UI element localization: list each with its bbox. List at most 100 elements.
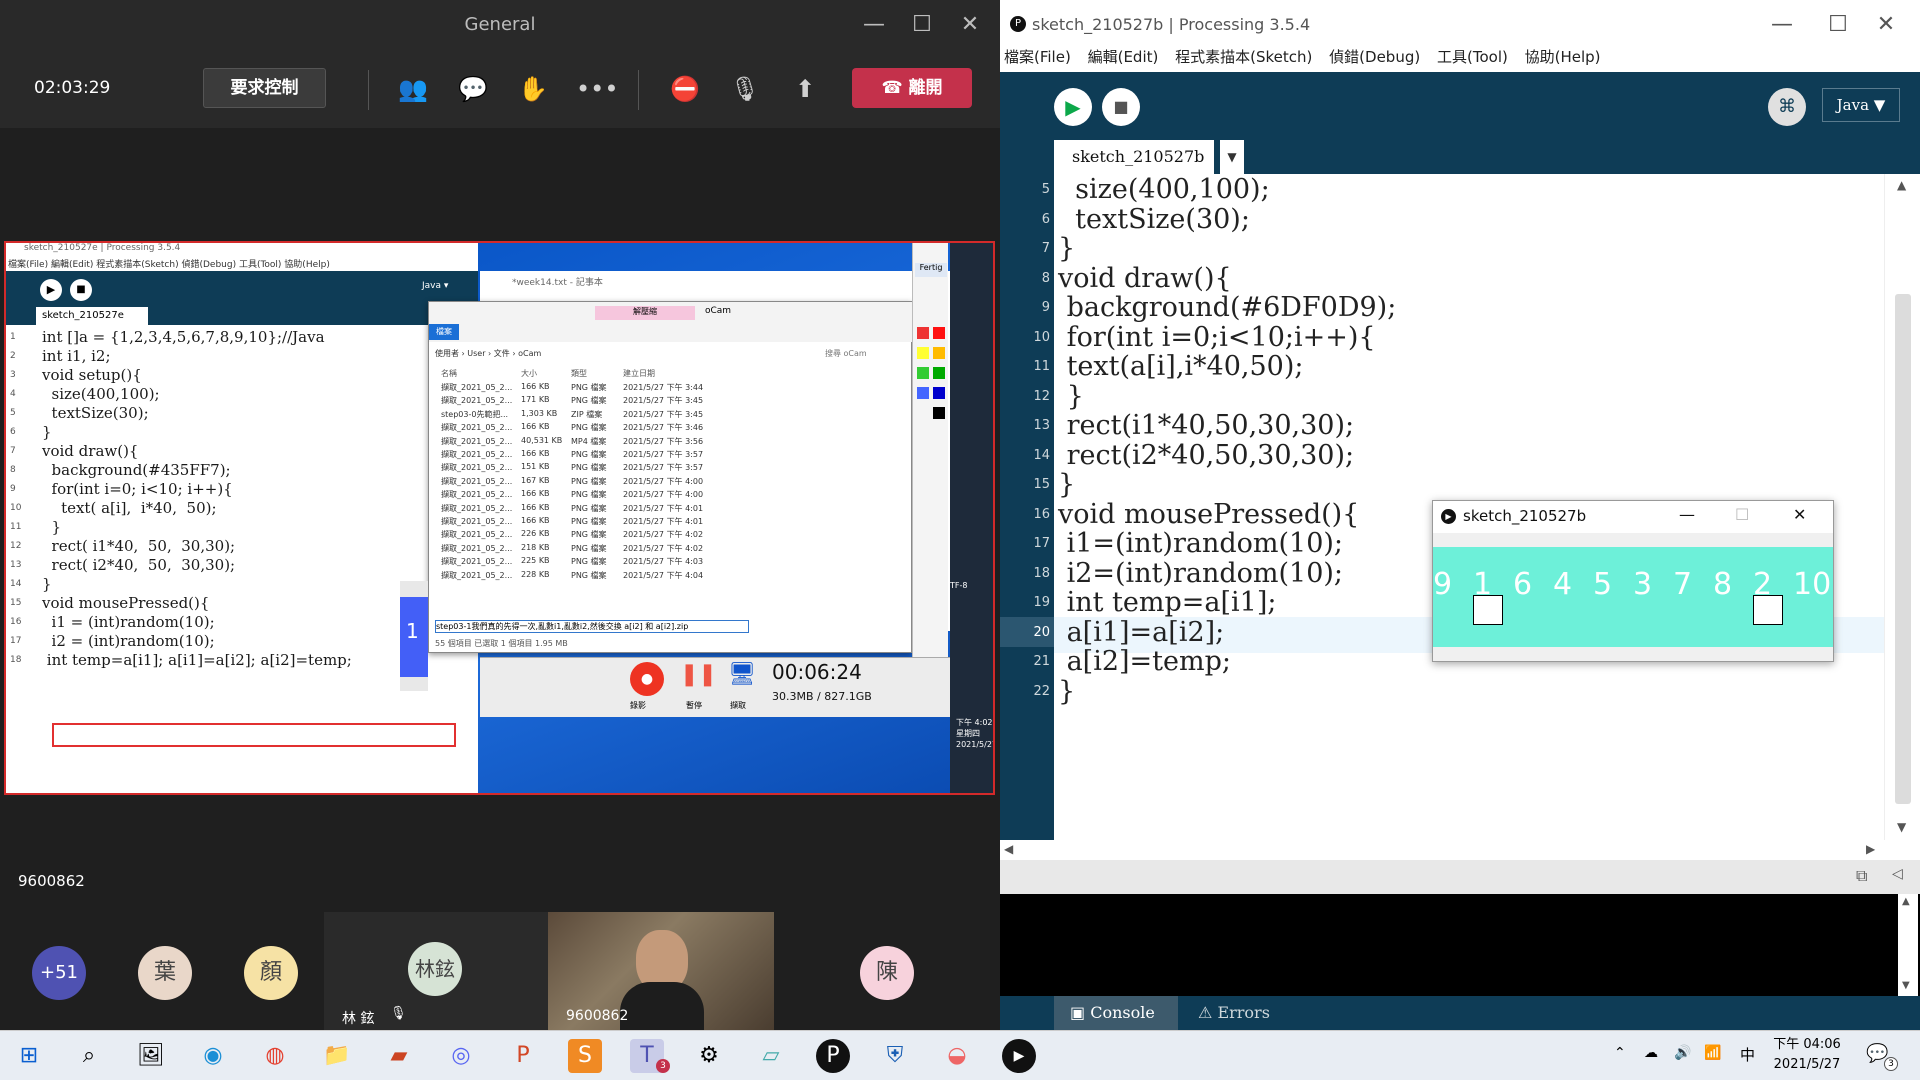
mic-off-icon[interactable]: 🎙 <box>728 72 762 106</box>
color-swatch[interactable] <box>917 327 929 339</box>
search-icon[interactable]: ⌕ <box>72 1039 106 1073</box>
scroll-down-icon[interactable]: ▼ <box>1897 820 1906 834</box>
file-row[interactable]: step03-0先範把... 1,303 KB ZIP 檔案 2021/5/27 下午… <box>429 409 829 422</box>
file-row[interactable]: 擷取_2021_05_2... 218 KB PNG 檔案 2021/5/27 下午 … <box>429 543 829 556</box>
sketch-canvas[interactable]: 9 1 6 4 5 3 7 8 2 10 <box>1433 547 1833 647</box>
file-row[interactable]: 擷取_2021_05_2... 166 KB PNG 檔案 2021/5/27 下午 … <box>429 503 829 516</box>
stop-button[interactable]: ■ <box>1102 88 1140 126</box>
scroll-down-icon[interactable]: ▼ <box>1902 980 1910 991</box>
file-row[interactable]: 擷取_2021_05_2... 151 KB PNG 檔案 2021/5/27 下午 … <box>429 462 829 475</box>
start-icon[interactable]: ⊞ <box>12 1039 46 1073</box>
column-header[interactable]: 大小 <box>521 368 537 379</box>
minimize-icon[interactable]: — <box>1762 8 1802 42</box>
console-toggle-icon[interactable]: ⧉ <box>1856 866 1867 886</box>
color-swatch[interactable] <box>933 407 945 419</box>
column-header[interactable]: 建立日期 <box>623 368 655 379</box>
menu-file[interactable]: 檔案(File) <box>1004 48 1071 66</box>
scroll-up-icon[interactable]: ▲ <box>1897 178 1906 192</box>
close-icon[interactable]: ✕ <box>1793 505 1806 524</box>
column-header[interactable]: 名稱 <box>441 368 457 379</box>
chat-icon[interactable]: 💬 <box>456 72 490 106</box>
shared-proc-tab[interactable]: sketch_210527e <box>36 307 148 325</box>
discord-icon[interactable]: ◎ <box>444 1039 478 1073</box>
sketch-tab[interactable]: sketch_210527b <box>1054 140 1214 174</box>
clock[interactable]: 下午 04:06 2021/5/27 <box>1770 1035 1844 1075</box>
sketch-run-icon[interactable]: ▶ <box>1002 1039 1036 1073</box>
cloud-icon[interactable]: ☁ <box>1644 1045 1658 1061</box>
errors-tab[interactable]: ⚠ Errors <box>1198 996 1270 1030</box>
rename-field[interactable]: step03-1我們真的先得一次,亂數i1,亂數i2,然後交換 a[i2] 和 … <box>435 620 749 633</box>
color-swatch[interactable] <box>933 367 945 379</box>
debug-icon[interactable]: ⌘ <box>1768 88 1806 126</box>
file-row[interactable]: 擷取_2021_05_2... 40,531 KB MP4 檔案 2021/5/27 … <box>429 436 829 449</box>
paint-label[interactable]: Fertig <box>915 263 947 277</box>
game-icon[interactable]: ▰ <box>382 1039 416 1073</box>
processing-icon[interactable]: P <box>816 1039 850 1073</box>
editor-vertical-scrollbar[interactable]: ▲ ▼ <box>1884 174 1920 840</box>
menu-edit[interactable]: 編輯(Edit) <box>1088 48 1159 66</box>
settings-icon[interactable]: ⚙ <box>692 1039 726 1073</box>
menu-help[interactable]: 協助(Help) <box>1525 48 1601 66</box>
more-options-icon[interactable]: ••• <box>576 72 618 106</box>
volume-icon[interactable]: 🔊 <box>1674 1045 1691 1061</box>
chrome-icon[interactable]: ◍ <box>258 1039 292 1073</box>
edge-icon[interactable]: ◉ <box>196 1039 230 1073</box>
menu-sketch[interactable]: 程式素描本(Sketch) <box>1175 48 1312 66</box>
maximize-icon[interactable]: ☐ <box>902 8 942 42</box>
stop-icon[interactable]: ■ <box>70 279 92 301</box>
color-swatch[interactable] <box>917 387 929 399</box>
explorer-list[interactable]: 擷取_2021_05_2... 166 KB PNG 檔案 2021/5/27 下午 … <box>429 382 913 618</box>
mode-selector[interactable]: Java ▼ <box>1822 88 1900 122</box>
explorer-path[interactable]: 使用者 › User › 文件 › oCam <box>435 348 541 359</box>
file-row[interactable]: 擷取_2021_05_2... 225 KB PNG 檔案 2021/5/27 下午 … <box>429 556 829 569</box>
avatar[interactable]: 林鉉 <box>408 942 462 996</box>
powerpoint-icon[interactable]: P <box>506 1039 540 1073</box>
maximize-icon[interactable]: ☐ <box>1818 8 1858 42</box>
more-participants-avatar[interactable]: +51 <box>32 946 86 1000</box>
avatar[interactable]: 顏 <box>244 946 298 1000</box>
scroll-up-icon[interactable]: ▲ <box>1902 896 1910 907</box>
color-swatch[interactable] <box>917 347 929 359</box>
scroll-left-icon[interactable]: ◀ <box>1004 842 1013 856</box>
file-row[interactable]: 擷取_2021_05_2... 166 KB PNG 檔案 2021/5/27 下午 … <box>429 422 829 435</box>
app-icon[interactable]: ◒ <box>940 1039 974 1073</box>
record-button[interactable]: ● <box>630 662 664 696</box>
color-swatch[interactable] <box>933 347 945 359</box>
shield-icon[interactable]: ⛨ <box>878 1039 912 1073</box>
leave-button[interactable]: ☎ 離開 <box>852 68 972 108</box>
file-tab[interactable]: 檔案 <box>429 324 459 340</box>
file-row[interactable]: 擷取_2021_05_2... 228 KB PNG 檔案 2021/5/27 下午 … <box>429 570 829 583</box>
wifi-icon[interactable]: 📶 <box>1704 1045 1721 1061</box>
menu-tool[interactable]: 工具(Tool) <box>1437 48 1508 66</box>
minimize-icon[interactable]: — <box>1679 505 1695 524</box>
shared-code-editor[interactable]: 1 int []a = {1,2,3,4,5,6,7,8,9,10};//Java… <box>10 327 478 767</box>
photos-icon[interactable]: 🖼 <box>134 1039 168 1073</box>
color-swatch[interactable] <box>917 367 929 379</box>
reactions-icon[interactable]: ✋ <box>516 72 550 106</box>
shared-proc-mode[interactable]: Java ▾ <box>422 281 448 291</box>
pause-button[interactable]: ❚❚ <box>680 662 717 696</box>
file-row[interactable]: 擷取_2021_05_2... 226 KB PNG 檔案 2021/5/27 下午 … <box>429 529 829 542</box>
file-row[interactable]: 擷取_2021_05_2... 166 KB PNG 檔案 2021/5/27 下午 … <box>429 516 829 529</box>
avatar[interactable]: 陳 <box>860 946 914 1000</box>
sublime-icon[interactable]: S <box>568 1039 602 1073</box>
ime-indicator[interactable]: 中 <box>1740 1044 1755 1065</box>
file-row[interactable]: 擷取_2021_05_2... 167 KB PNG 檔案 2021/5/27 下午 … <box>429 476 829 489</box>
share-screen-icon[interactable]: ⬆ <box>788 72 822 106</box>
minimize-icon[interactable]: — <box>854 8 894 42</box>
camera-off-icon[interactable]: ⛔ <box>668 72 702 106</box>
run-icon[interactable]: ▶ <box>40 279 62 301</box>
editor-horizontal-scrollbar[interactable]: ◀ ▶ <box>1000 840 1920 860</box>
run-button[interactable]: ▶ <box>1054 88 1092 126</box>
file-row[interactable]: 擷取_2021_05_2... 166 KB PNG 檔案 2021/5/27 下午 … <box>429 489 829 502</box>
explorer-search[interactable]: 搜尋 oCam <box>825 348 867 359</box>
extract-tab[interactable]: 解壓縮 <box>595 306 695 320</box>
collapse-icon[interactable]: ◁ <box>1892 866 1903 882</box>
request-control-button[interactable]: 要求控制 <box>203 68 326 108</box>
close-icon[interactable]: ✕ <box>1866 8 1906 42</box>
column-header[interactable]: 類型 <box>571 368 587 379</box>
console-output[interactable]: ▲ ▼ <box>1000 894 1920 996</box>
app-icon[interactable]: ▱ <box>754 1039 788 1073</box>
avatar[interactable]: 葉 <box>138 946 192 1000</box>
tab-menu-icon[interactable]: ▼ <box>1220 140 1244 174</box>
